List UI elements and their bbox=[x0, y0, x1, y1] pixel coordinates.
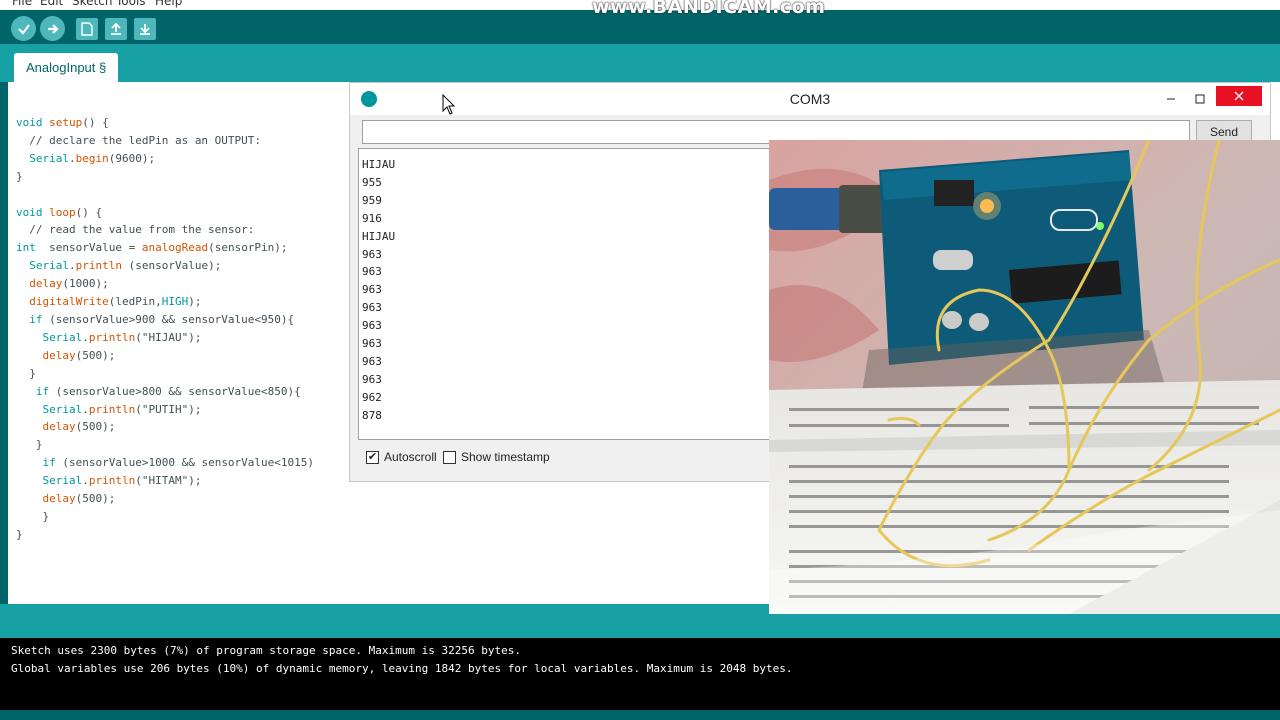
serial-output-line: 878 bbox=[362, 408, 382, 422]
save-button[interactable] bbox=[134, 18, 156, 40]
autoscroll-checkbox[interactable]: ✔ Autoscroll bbox=[366, 450, 437, 464]
menu-tools[interactable]: Tools bbox=[116, 0, 146, 8]
tab-strip: AnalogInput § bbox=[0, 44, 1280, 82]
bottom-status-bar bbox=[0, 710, 1280, 720]
webcam-overlay bbox=[769, 140, 1280, 614]
maximize-icon bbox=[1195, 94, 1205, 104]
new-button[interactable] bbox=[76, 18, 98, 40]
upload-button[interactable] bbox=[40, 16, 65, 41]
menu-file[interactable]: File bbox=[12, 0, 32, 8]
serial-output-line: 963 bbox=[362, 319, 382, 333]
open-icon bbox=[111, 22, 121, 35]
serial-output-line: 963 bbox=[362, 354, 382, 368]
serial-output-line: 916 bbox=[362, 211, 382, 225]
show-timestamp-checkbox[interactable]: Show timestamp bbox=[443, 450, 550, 464]
serial-output-line: 963 bbox=[362, 372, 382, 386]
menu-help[interactable]: Help bbox=[155, 0, 182, 8]
arduino-ide-window: File Edit Sketch Tools Help AnalogInput … bbox=[0, 0, 1280, 720]
arrow-right-icon bbox=[47, 23, 59, 34]
serial-output-line: 963 bbox=[362, 337, 382, 351]
close-icon bbox=[1234, 91, 1244, 101]
code-text: void setup() { // declare the ledPin as … bbox=[16, 116, 315, 541]
maximize-button[interactable] bbox=[1185, 83, 1215, 115]
new-file-icon bbox=[81, 22, 93, 36]
serial-output-line: 963 bbox=[362, 265, 382, 279]
serial-output-line: HIJAU bbox=[362, 158, 396, 171]
open-button[interactable] bbox=[105, 18, 127, 40]
minimize-icon bbox=[1167, 98, 1175, 100]
autoscroll-checkbox-box: ✔ bbox=[366, 450, 379, 464]
serial-monitor-title: COM3 bbox=[789, 91, 831, 107]
serial-output-line: 963 bbox=[362, 301, 382, 315]
serial-output-lines: HIJAU 955 959 916 HIJAU 963 963 963 963 963 963 963… bbox=[362, 156, 395, 425]
autoscroll-label: Autoscroll bbox=[384, 450, 437, 464]
serial-monitor-titlebar[interactable]: COM3 bbox=[350, 83, 1270, 115]
serial-output-line: HIJAU bbox=[362, 229, 396, 243]
serial-output-line: 963 bbox=[362, 247, 382, 261]
tab-analoginput[interactable]: AnalogInput § bbox=[14, 53, 119, 82]
timestamp-checkbox-box bbox=[443, 450, 456, 464]
menu-edit[interactable]: Edit bbox=[40, 0, 63, 8]
serial-output-line: 955 bbox=[362, 175, 382, 189]
close-button[interactable] bbox=[1216, 86, 1262, 106]
verify-button[interactable] bbox=[11, 16, 36, 41]
minimize-button[interactable] bbox=[1156, 83, 1186, 115]
serial-output-line: 962 bbox=[362, 390, 382, 404]
serial-output-line: 959 bbox=[362, 193, 382, 207]
console-line: Global variables use 206 bytes (10%) of … bbox=[11, 662, 793, 675]
save-icon bbox=[140, 24, 150, 35]
serial-output-line: 963 bbox=[362, 283, 382, 297]
bandicam-watermark: www.BANDICAM.com bbox=[592, 0, 826, 18]
console-output: Sketch uses 2300 bytes (7%) of program s… bbox=[0, 638, 1280, 710]
timestamp-label: Show timestamp bbox=[461, 450, 550, 464]
menu-sketch[interactable]: Sketch bbox=[72, 0, 112, 8]
check-icon bbox=[17, 23, 30, 35]
console-line: Sketch uses 2300 bytes (7%) of program s… bbox=[11, 644, 521, 657]
mouse-cursor-icon bbox=[442, 94, 456, 115]
arduino-photo-image bbox=[769, 140, 1280, 614]
